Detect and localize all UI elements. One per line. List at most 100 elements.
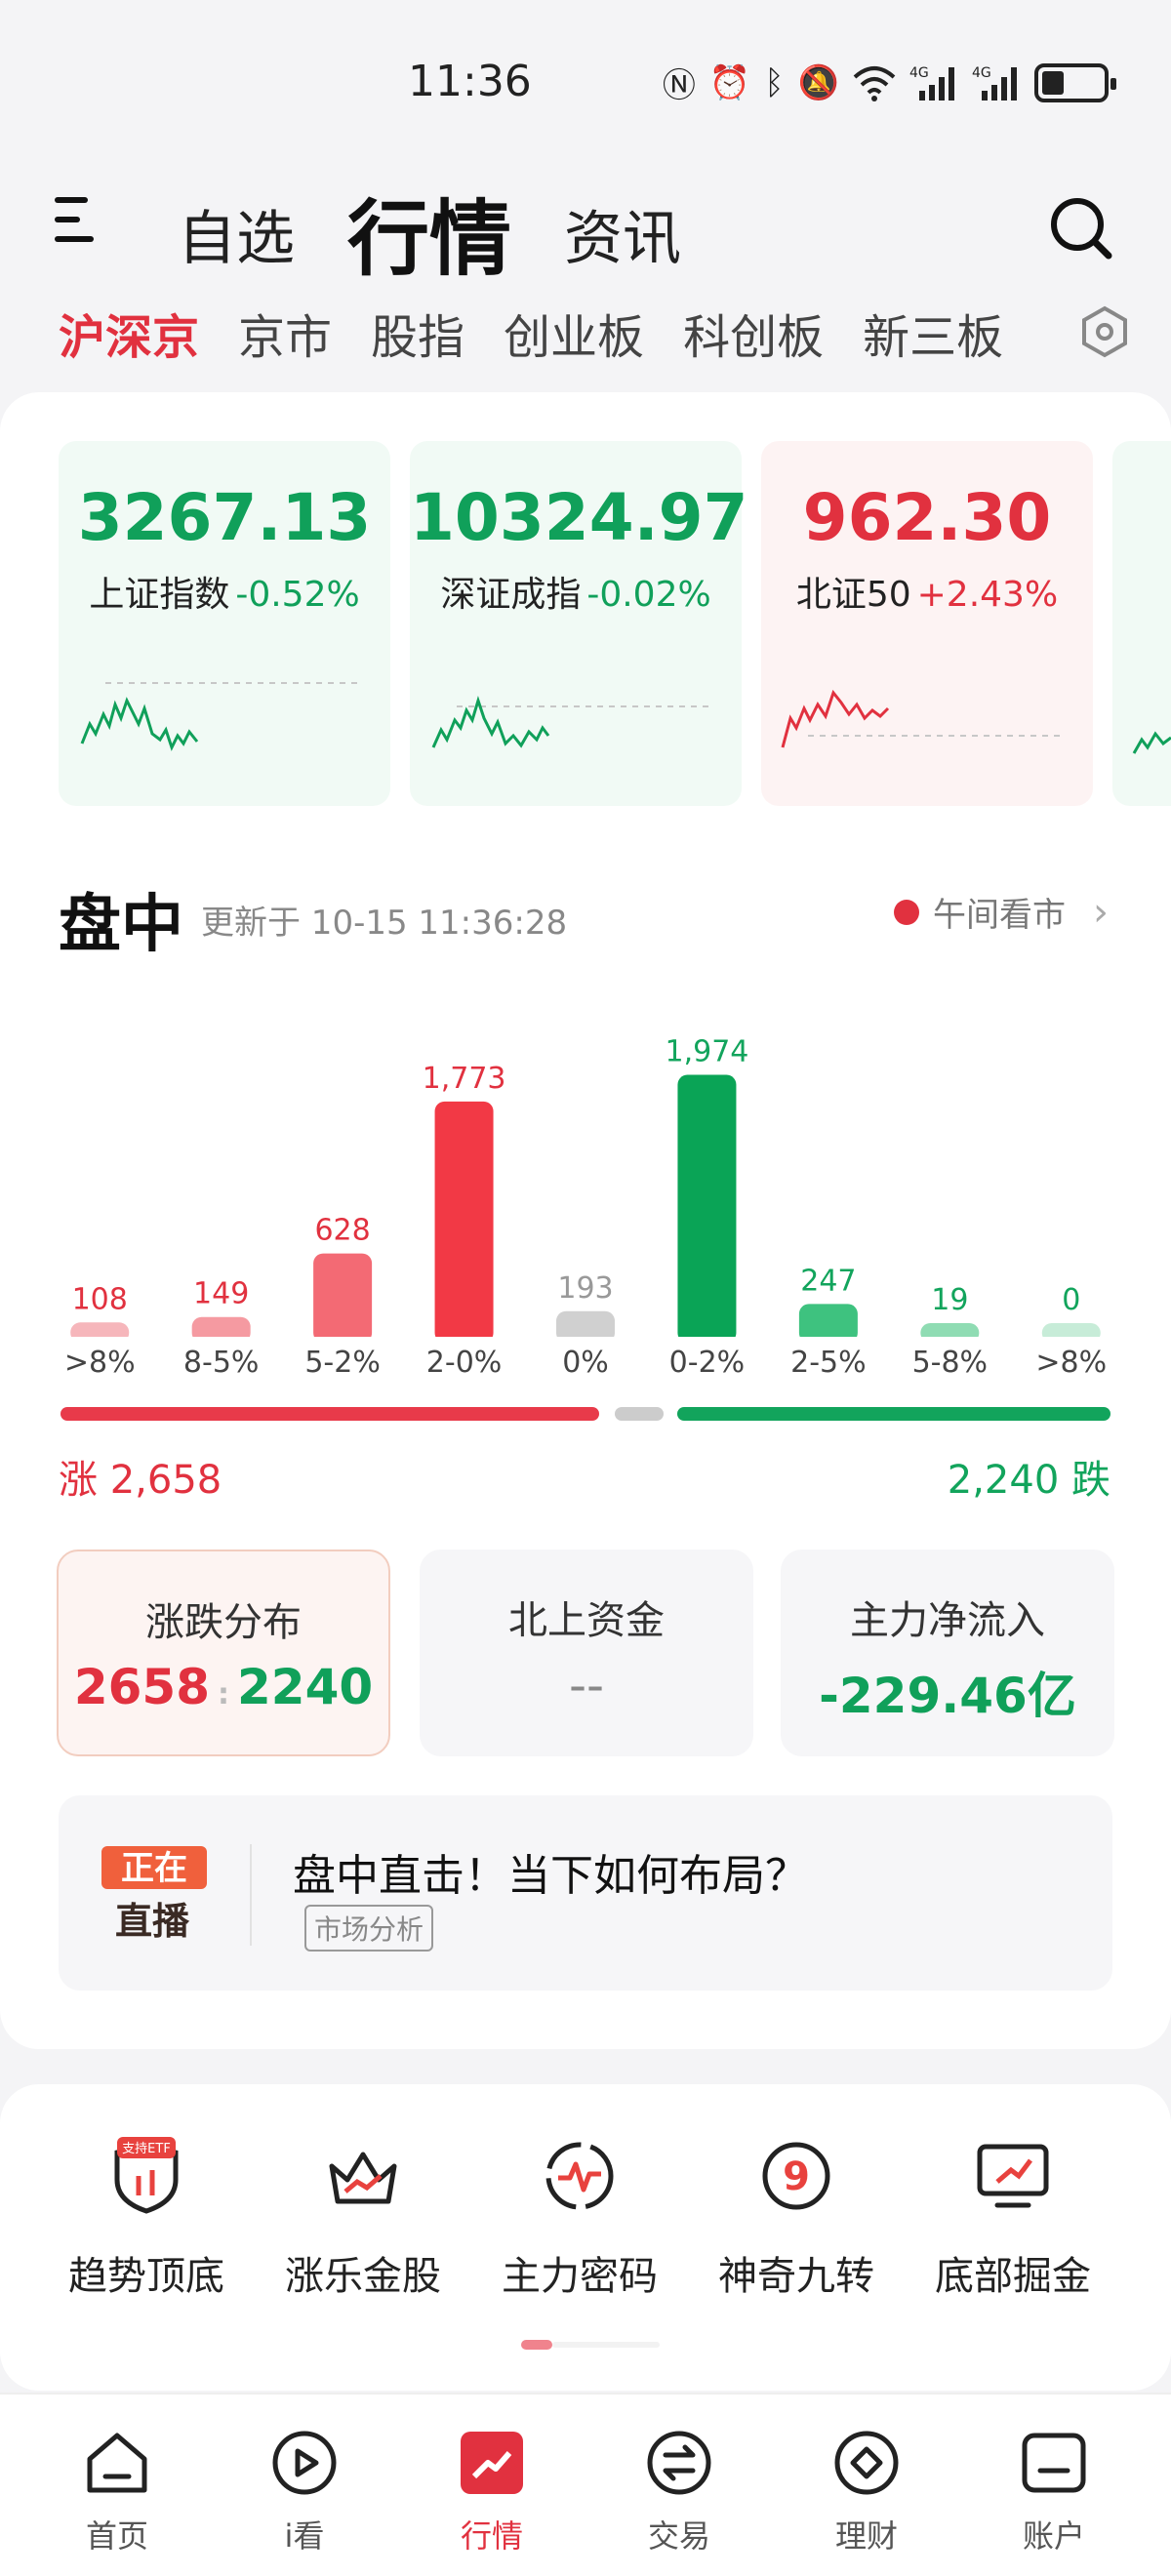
- category-label: >8%: [1035, 1346, 1107, 1380]
- divider: [250, 1844, 252, 1946]
- category-label: >8%: [64, 1346, 136, 1380]
- stat-card-distribution[interactable]: 涨跌分布 2658:2240: [57, 1550, 390, 1756]
- exchange-icon: [647, 2431, 711, 2495]
- index-label: 深证成指 -0.02%: [440, 575, 711, 615]
- tab-news[interactable]: 资讯: [564, 191, 681, 276]
- svg-text:正在: 正在: [121, 1849, 187, 1888]
- live-badge: 正在 直播: [101, 1846, 207, 1942]
- tab-fade: [1015, 293, 1083, 361]
- index-value: 3267.13: [77, 480, 372, 555]
- battery-icon: [1034, 62, 1116, 102]
- live-banner[interactable]: 正在 直播 盘中直击！当下如何布局？ 市场分析: [59, 1795, 1112, 1991]
- stat-card-mainflow[interactable]: 主力净流入 -229.46亿: [781, 1550, 1114, 1756]
- home-icon: [87, 2433, 147, 2493]
- crown-icon: [329, 2152, 397, 2204]
- svg-text:4G: 4G: [909, 65, 929, 81]
- live-tag: 市场分析: [304, 1905, 434, 1952]
- page-indicator-track: [552, 2342, 660, 2348]
- nav-home[interactable]: 首页: [39, 2424, 195, 2556]
- monitor-up-icon: [977, 2144, 1049, 2208]
- midday-review-link[interactable]: 午间看市 ›: [894, 888, 1109, 936]
- shield-trend-icon: 支持ETF: [114, 2137, 179, 2214]
- up-ratio-bar: [61, 1407, 599, 1421]
- bar-value-label: 193: [557, 1271, 613, 1306]
- tool-nine-turn[interactable]: 9 神奇九转: [689, 2137, 904, 2301]
- distribution-chart: 108 >8% 149 8-5% 628 5-2% 1,773 2-0% 193 0% 1,974 0…: [39, 1035, 1132, 1380]
- svg-text:9: 9: [783, 2154, 810, 2199]
- tool-trend-top-bottom[interactable]: 支持ETF 趋势顶底: [39, 2137, 254, 2301]
- sparkline: [80, 682, 359, 751]
- index-value: 10324.97: [410, 480, 748, 555]
- bar-3: [434, 1101, 494, 1343]
- stat-title: 涨跌分布: [145, 1600, 302, 1645]
- bluetooth-icon: ᛒ: [764, 62, 785, 102]
- stat-title: 主力净流入: [850, 1598, 1045, 1643]
- tool-bottom-dig[interactable]: 底部掘金: [906, 2137, 1120, 2301]
- bar-value-label: 628: [314, 1214, 370, 1248]
- sub-tabs: 沪深京 京市 股指 创业板 科创板 新三板: [59, 299, 1003, 367]
- category-label: 2-5%: [790, 1346, 867, 1380]
- status-time: 11:36: [408, 57, 532, 106]
- search-icon[interactable]: [1048, 195, 1114, 262]
- bar-value-label: 247: [800, 1264, 856, 1298]
- signal-4g-icon: 4G: [972, 65, 1017, 101]
- tab-market[interactable]: 行情: [347, 174, 511, 292]
- category-label: 5-8%: [912, 1346, 989, 1380]
- nav-market[interactable]: 行情: [414, 2424, 570, 2556]
- svg-text:支持ETF: 支持ETF: [122, 2142, 171, 2156]
- stat-card-northbound[interactable]: 北上资金 --: [420, 1550, 753, 1756]
- index-card-chuangye[interactable]: [1112, 441, 1171, 806]
- tool-golden-stock[interactable]: 涨乐金股: [256, 2137, 470, 2301]
- stat-value: -229.46亿: [819, 1668, 1076, 1724]
- settings-icon[interactable]: [1077, 304, 1132, 359]
- index-label: 上证指数 -0.52%: [89, 575, 360, 615]
- subtab-xinsanban[interactable]: 新三板: [863, 299, 1003, 367]
- category-label: 8-5%: [183, 1346, 260, 1380]
- sparkline: [431, 696, 710, 748]
- subtab-hushenjing[interactable]: 沪深京: [59, 299, 199, 367]
- flat-ratio-bar: [615, 1407, 664, 1421]
- up-count: 涨 2,658: [59, 1458, 222, 1503]
- nav-wealth[interactable]: 理财: [788, 2424, 945, 2556]
- sparkline: [781, 689, 1062, 748]
- tab-watchlist[interactable]: 自选: [178, 191, 295, 276]
- subtab-jingshi[interactable]: 京市: [238, 299, 332, 367]
- subtab-chuangyeban[interactable]: 创业板: [504, 299, 644, 367]
- bar-value-label: 19: [931, 1283, 968, 1317]
- stat-value: --: [568, 1657, 605, 1713]
- stat-title: 北上资金: [508, 1598, 665, 1643]
- section-title: 盘中: [59, 889, 183, 961]
- tool-main-code[interactable]: 主力密码: [472, 2137, 687, 2301]
- index-card-shanghai[interactable]: 3267.13 上证指数 -0.52%: [59, 441, 390, 806]
- index-card-beizheng50[interactable]: 962.30 北证50 +2.43%: [761, 441, 1093, 806]
- stat-value: 2658:2240: [73, 1659, 374, 1715]
- account-icon: [1022, 2433, 1086, 2493]
- index-card-shenzhen[interactable]: 10324.97 深证成指 -0.02%: [410, 441, 748, 806]
- subtab-kechuangban[interactable]: 科创板: [683, 299, 824, 367]
- down-count: 2,240 跌: [947, 1458, 1110, 1503]
- play-icon: [272, 2431, 337, 2495]
- pulse-target-icon: [545, 2142, 614, 2210]
- update-time: 更新于 10-15 11:36:28: [201, 904, 568, 943]
- bar-value-label: 108: [72, 1282, 128, 1316]
- bar-value-label: 1,773: [423, 1062, 506, 1096]
- index-label: 北证50 +2.43%: [795, 575, 1059, 615]
- menu-icon[interactable]: [55, 193, 101, 248]
- diamond-icon: [834, 2431, 899, 2495]
- subtab-guzhi[interactable]: 股指: [371, 299, 464, 367]
- down-ratio-bar: [677, 1407, 1110, 1421]
- bar-2: [313, 1253, 373, 1343]
- nine-circle-icon: 9: [762, 2142, 830, 2210]
- chevron-right-icon: ›: [1093, 889, 1109, 935]
- svg-text:4G: 4G: [972, 65, 991, 81]
- category-label: 0%: [562, 1346, 609, 1380]
- bar-value-label: 149: [193, 1277, 249, 1311]
- nav-account[interactable]: 账户: [976, 2424, 1132, 2556]
- chart-baseline: [39, 1337, 1132, 1345]
- signal-4g-icon: 4G: [909, 65, 954, 101]
- bar-value-label: 1,974: [665, 1035, 748, 1069]
- nav-ikan[interactable]: i看: [226, 2424, 383, 2556]
- svg-text:直播: 直播: [115, 1900, 190, 1942]
- live-title: 盘中直击！当下如何布局？: [293, 1851, 808, 1901]
- nav-trade[interactable]: 交易: [601, 2424, 757, 2556]
